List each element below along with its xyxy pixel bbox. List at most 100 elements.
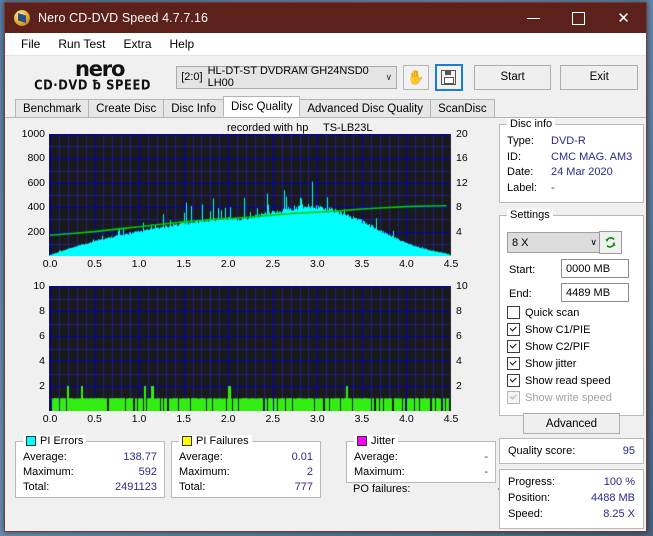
checkbox-show-c1-pie[interactable]: Show C1/PIE — [507, 323, 590, 336]
menu-extra[interactable]: Extra — [114, 35, 160, 53]
disc-info-row: Date: 24 Mar 2020 — [500, 165, 643, 181]
tab-create-disc[interactable]: Create Disc — [88, 99, 165, 117]
speed-row: Speed: 8.25 X — [500, 506, 643, 522]
chevron-down-icon: ∨ — [385, 71, 393, 82]
eject-button[interactable]: ✋ — [403, 64, 429, 90]
jitter-stats-box: Jitter Average: - Maximum: - — [346, 435, 496, 483]
pi-failures-stats-box: PI Failures Average: 0.01 Maximum: 2 Total… — [171, 435, 321, 498]
axis-tick-label: 400 — [27, 201, 45, 214]
info-column: Disc info Type: DVD-R ID: CMC MAG. AM3 Dat… — [497, 118, 646, 531]
checkbox-label: Show C1/PIE — [525, 323, 591, 336]
start-field[interactable]: 0000 MB — [561, 259, 629, 278]
advanced-button[interactable]: Advanced — [523, 413, 620, 434]
axis-tick-label: 3.0 — [310, 258, 325, 270]
disc-info-value: 24 Mar 2020 — [551, 166, 613, 178]
menu-file[interactable]: File — [12, 35, 49, 53]
menu-bar: File Run Test Extra Help — [5, 33, 646, 56]
axis-tick-label: 4 — [456, 355, 462, 367]
quality-score-panel: Quality score: 95 — [499, 438, 644, 464]
nero-logo-subtitle: CD·DVD ƀ SPEED — [34, 76, 152, 94]
pi-errors-stats-box: PI Errors Average: 138.77 Maximum: 592 Tot… — [15, 435, 165, 498]
application-window: Nero CD-DVD Speed 4.7.7.16 ✕ File Run Te… — [4, 2, 647, 532]
stat-value: - — [484, 451, 488, 463]
tab-disc-quality[interactable]: Disc Quality — [223, 96, 301, 117]
menu-run-test[interactable]: Run Test — [49, 35, 114, 53]
axis-tick-label: 2 — [456, 380, 462, 392]
stat-key: Total: — [179, 481, 206, 493]
chevron-down-icon: ∨ — [590, 237, 597, 247]
disc-info-panel: Disc info Type: DVD-R ID: CMC MAG. AM3 Dat… — [499, 118, 644, 203]
maximize-button[interactable] — [556, 3, 601, 33]
pi-failures-plot — [49, 286, 452, 411]
speed-value: 8.25 X — [603, 508, 635, 520]
drive-select[interactable]: [2:0] HL-DT-ST DVDRAM GH24NSD0 LH00 ∨ — [176, 65, 398, 89]
disc-info-value: DVD-R — [551, 135, 586, 147]
axis-tick-label: 8 — [39, 305, 45, 317]
checkbox-show-c2-pif[interactable]: Show C2/PIF — [507, 340, 590, 353]
jitter-color-swatch — [357, 436, 367, 446]
pi-errors-chart: 1000 800 600 400 200 20 16 12 8 4 0.0 0.5 1.0 1.5 2.… — [5, 128, 497, 286]
speed-key: Speed: — [508, 508, 543, 520]
axis-tick-label: 1000 — [21, 128, 45, 140]
pi-errors-color-swatch — [26, 436, 36, 446]
axis-tick-label: 6 — [39, 330, 45, 342]
toolbar: nero CD·DVD ƀ SPEED [2:0] HL-DT-ST DVDRA… — [5, 56, 646, 98]
tab-disc-info[interactable]: Disc Info — [163, 99, 224, 117]
checkbox-icon — [507, 323, 520, 336]
axis-tick-label: 12 — [456, 176, 468, 189]
tab-advanced-disc-quality[interactable]: Advanced Disc Quality — [299, 99, 432, 117]
end-label: End: — [509, 288, 532, 300]
checkbox-show-read-speed[interactable]: Show read speed — [507, 374, 611, 387]
pi-errors-stats-title: PI Errors — [23, 435, 87, 447]
stat-value: 2491123 — [114, 481, 157, 493]
media-code-label: TS-LB23L — [323, 122, 373, 134]
po-failures-key: PO failures: — [353, 483, 411, 495]
title-bar: Nero CD-DVD Speed 4.7.7.16 ✕ — [5, 3, 646, 33]
po-failures-row: PO failures: - — [346, 482, 508, 497]
checkbox-icon — [507, 340, 520, 353]
disc-info-value: CMC MAG. AM3 — [551, 150, 633, 163]
recorded-with-label: recorded with hp — [227, 122, 309, 134]
axis-tick-label: 10 — [456, 280, 468, 292]
checkbox-icon — [507, 374, 520, 387]
pi-failures-chart: 10 8 6 4 2 10 8 6 4 2 0.0 0.5 1.0 1.5 2.0 2.5 3.0 3.5 4.… — [5, 280, 497, 434]
speed-select[interactable]: 8 X ∨ — [507, 232, 602, 253]
checkbox-icon — [507, 391, 520, 404]
stat-key: Average: — [23, 451, 67, 463]
table-row: Total: 2491123 — [16, 480, 164, 495]
refresh-button[interactable] — [599, 231, 622, 254]
drive-name: HL-DT-ST DVDRAM GH24NSD0 LH00 — [207, 65, 369, 89]
checkbox-show-jitter[interactable]: Show jitter — [507, 357, 576, 370]
stat-key: Average: — [179, 451, 223, 463]
axis-tick-label: 0.0 — [42, 413, 58, 425]
axis-tick-label: 2.5 — [265, 258, 281, 270]
axis-tick-label: 4.5 — [443, 413, 459, 425]
tab-strip: Benchmark Create Disc Disc Info Disc Qua… — [5, 96, 646, 118]
settings-panel: Settings 8 X ∨ Start: 0000 MB End: 4489 … — [499, 209, 644, 416]
axis-tick-label: 3.0 — [310, 413, 325, 425]
stat-key: Maximum: — [179, 466, 230, 478]
minimize-button[interactable] — [511, 3, 556, 33]
axis-tick-label: 2 — [39, 380, 45, 392]
checkbox-quick-scan[interactable]: Quick scan — [507, 306, 579, 319]
axis-tick-label: 4 — [39, 355, 45, 367]
start-button[interactable]: Start — [473, 64, 552, 90]
axis-tick-label: 4.0 — [399, 413, 414, 425]
checkbox-show-write-speed: Show write speed — [507, 391, 612, 404]
checkbox-icon — [507, 357, 520, 370]
tab-benchmark[interactable]: Benchmark — [15, 99, 90, 117]
drive-id: [2:0] — [181, 71, 203, 83]
axis-tick-label: 1.5 — [176, 258, 191, 270]
tab-scandisc[interactable]: ScanDisc — [430, 99, 495, 117]
checkbox-icon — [507, 306, 520, 319]
menu-help[interactable]: Help — [161, 35, 204, 53]
table-row: Total: 777 — [172, 480, 320, 495]
exit-button[interactable]: Exit — [560, 64, 638, 90]
maximize-icon — [572, 11, 585, 25]
save-button[interactable] — [434, 63, 463, 91]
end-field[interactable]: 4489 MB — [561, 283, 629, 302]
stat-key: Maximum: — [354, 466, 405, 478]
close-button[interactable]: ✕ — [601, 3, 646, 33]
axis-tick-label: 2.5 — [265, 413, 281, 425]
disc-info-key: ID: — [507, 150, 522, 163]
